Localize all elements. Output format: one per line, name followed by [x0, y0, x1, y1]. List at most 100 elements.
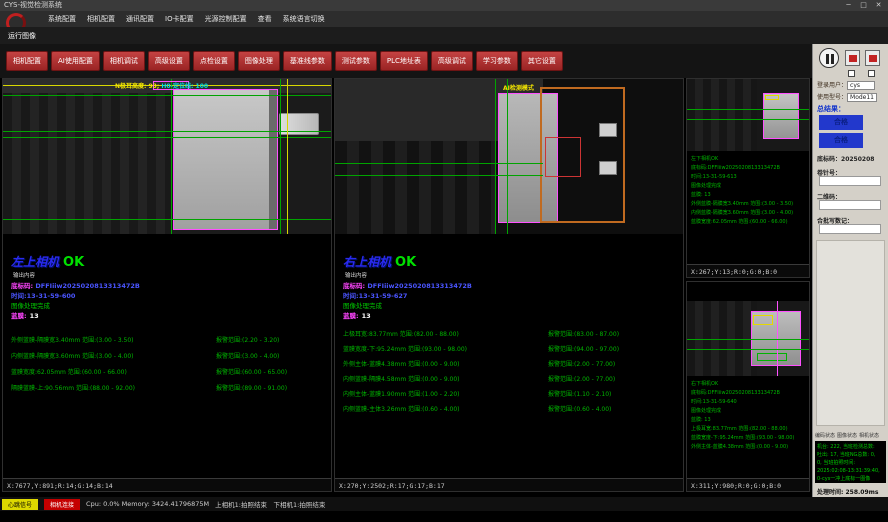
result-line: 时间:13-31-59-640	[691, 398, 807, 407]
tab-row: 运行图像	[0, 27, 888, 44]
menu-item-system-config[interactable]: 系统配置	[48, 14, 76, 24]
measurement-row: 内侧主体-蓝膜1.90mm 范围:(1.00 - 2.20) 报警范围:(1.1…	[343, 389, 679, 404]
batch-write-field[interactable]	[819, 224, 881, 234]
toolbar-plc-address-button[interactable]: PLC地址表	[380, 51, 428, 71]
green-reference-line	[687, 109, 809, 110]
toolbar-image-process-button[interactable]: 图像处理	[238, 51, 280, 71]
measurement-row: 外侧主体-蓝膜4.38mm 范围:(0.00 - 9.00) 报警范围:(2.0…	[343, 359, 679, 374]
result-status-box: 合格	[819, 115, 863, 130]
capture-time: 时间:13-31-59-600	[11, 290, 75, 300]
output-label: 输出内容	[13, 271, 35, 279]
menu-item-view[interactable]: 查看	[258, 14, 272, 24]
toolbar-camera-config-button[interactable]: 相机配置	[6, 51, 48, 71]
result-line: 外侧主体-蓝膜4.38mm 范围:(0.00 - 9.00)	[691, 443, 807, 452]
measurement-row: 蓝膜宽度-下:95.24mm 范围:(93.00 - 98.00) 报警范围:(…	[343, 344, 679, 359]
menu-item-light-config[interactable]: 光源控制配置	[205, 14, 247, 24]
measurement-row: 隔膜蓝膜-上:90.56mm 范围:(88.00 - 92.00) 报警范围:(…	[11, 383, 327, 399]
tab-encode-status[interactable]: 编码状态	[815, 432, 835, 439]
camera-name-label: 右上相机	[343, 255, 391, 269]
ai-mode-overlay-text: AI检测模式	[503, 85, 534, 92]
alarm-range: 报警范围:(60.00 - 65.00)	[216, 367, 287, 383]
camera-capture-status: 上相机1:拍照结束 下相机1:拍照结束	[215, 499, 325, 509]
result-text-block: 左下相机OK 底标码:DFFIiiw2025020813313472B 时间:1…	[691, 155, 807, 227]
toolbar-spot-check-button[interactable]: 点检设置	[193, 51, 235, 71]
status-bar: 心跳信号 相机连接 Cpu: 0.0% Memory: 3424.4179687…	[0, 497, 888, 511]
tab-camera-status[interactable]: 相机状态	[859, 432, 879, 439]
record-icon[interactable]	[865, 50, 880, 66]
record-checkbox[interactable]	[868, 70, 875, 77]
measurement-value: 内侧主体-蓝膜1.90mm 范围:(1.00 - 2.20)	[343, 389, 548, 404]
camera-panel-bottom-left: 左下相机OK 底标码:DFFIiiw2025020813313472B 时间:1…	[686, 78, 810, 278]
snapshot-icon[interactable]	[845, 50, 860, 66]
tab-image-status[interactable]: 图像状态	[837, 432, 857, 439]
toolbar-ai-config-button[interactable]: AI使用配置	[51, 51, 100, 71]
camera-panel-top-left: N极耳高度: 93; H0-定位线: 100 左上相机 OK 输出内容 底标码: …	[2, 78, 332, 492]
toolbar-camera-debug-button[interactable]: 相机调试	[103, 51, 145, 71]
measurement-row: 内侧蓝膜-隔膜宽3.60mm 范围:(3.00 - 4.00) 报警范围:(3.…	[11, 351, 327, 367]
machine-texture	[3, 93, 173, 234]
alarm-range: 报警范围:(1.10 - 2.10)	[548, 389, 611, 404]
measurement-value: 蓝膜宽度-下:95.24mm 范围:(93.00 - 98.00)	[343, 344, 548, 359]
measurement-row: 内侧蓝膜-主体3.26mm 范围:(0.60 - 4.00) 报警范围:(0.6…	[343, 404, 679, 419]
menu-item-language[interactable]: 系统语言切换	[283, 14, 325, 24]
model-label: 使用型号：	[817, 94, 847, 101]
menu-item-camera-config[interactable]: 相机配置	[87, 14, 115, 24]
result-line: 蓝膜宽度:62.05mm 范围:(60.00 - 66.00)	[691, 218, 807, 227]
stats-line: 0-cys一冲上底标一图像	[817, 475, 884, 483]
model-field[interactable]: Mode11	[847, 93, 877, 102]
winding-pin-field[interactable]	[819, 176, 881, 186]
toolbar-other-settings-button[interactable]: 其它设置	[521, 51, 563, 71]
window-title: CYS-视觉检测系统	[4, 1, 62, 9]
green-reference-line	[335, 163, 543, 164]
login-user-field[interactable]: cys	[847, 81, 875, 90]
menu-item-comm-config[interactable]: 通讯配置	[126, 14, 154, 24]
window-controls: ─ □ ✕	[841, 0, 886, 11]
alarm-range: 报警范围:(94.00 - 97.00)	[548, 344, 619, 359]
alarm-range: 报警范围:(2.00 - 77.00)	[548, 359, 615, 374]
pause-button[interactable]	[819, 48, 839, 68]
camera-name-label: 左上相机	[11, 255, 59, 269]
measurement-value: 内侧蓝膜-隔膜宽3.60mm 范围:(3.00 - 4.00)	[11, 351, 216, 367]
barcode-value: DFFIiiw2025020813313472B	[367, 282, 471, 290]
yellow-roi-box	[753, 315, 773, 325]
toolbar-baseline-params-button[interactable]: 基准线参数	[283, 51, 332, 71]
result-ok-badge: OK	[63, 255, 84, 270]
barcode-line: 底标码: DFFIiiw2025020813313472B	[343, 280, 472, 290]
result-line: 蓝膜: 13	[691, 191, 807, 200]
green-vertical-line	[507, 79, 508, 234]
maximize-button[interactable]: □	[856, 0, 871, 11]
green-vertical-line	[171, 79, 172, 234]
toolbar-test-params-button[interactable]: 测试参数	[335, 51, 377, 71]
cell-edge-shade	[269, 90, 277, 229]
qr-code-field[interactable]	[819, 200, 881, 210]
close-button[interactable]: ✕	[871, 0, 886, 11]
minimize-button[interactable]: ─	[841, 0, 856, 11]
result-line: 上极耳宽:83.77mm 范围:(82.00 - 88.00)	[691, 425, 807, 434]
camera-image-bottom-left[interactable]	[687, 79, 809, 151]
toolbar-learning-params-button[interactable]: 学习参数	[476, 51, 518, 71]
green-vertical-line	[280, 79, 281, 234]
total-result-label: 总结果：	[817, 104, 845, 114]
app-window: CYS-视觉检测系统 ─ □ ✕ 系统配置 相机配置 通讯配置 IO卡配置 光源…	[0, 0, 888, 522]
yellow-roi-box	[765, 95, 779, 100]
menu-item-io-config[interactable]: IO卡配置	[165, 14, 194, 24]
process-status: 图像处理完成	[343, 300, 382, 310]
result-line: 图像处理完成	[691, 407, 807, 416]
result-line: 底标码:DFFIiiw2025020813313472B	[691, 389, 807, 398]
green-reference-line	[687, 349, 809, 350]
camera-connection-chip: 相机连接	[44, 499, 80, 510]
snapshot-checkbox[interactable]	[848, 70, 855, 77]
barcode-line: 底标码: DFFIiiw2025020813313472B	[11, 280, 140, 290]
toolbar-advanced-settings-button[interactable]: 高级设置	[148, 51, 190, 71]
green-reference-line	[3, 137, 331, 138]
camera-image-bottom-right[interactable]	[687, 301, 809, 376]
camera-image-top-left[interactable]: N极耳高度: 93; H0-定位线: 100	[3, 79, 331, 234]
image-overlay-text: AI检测模式	[503, 83, 534, 92]
stats-line: 机台: 222, 当班检测总数:	[817, 443, 884, 451]
camera-image-top-right[interactable]: AI检测模式	[335, 79, 683, 234]
sidebar-status-tabs: 编码状态 图像状态 相机状态	[815, 432, 886, 439]
tab-run-image[interactable]: 运行图像	[8, 31, 36, 41]
toolbar-advanced-debug-button[interactable]: 高级调试	[431, 51, 473, 71]
green-vertical-line	[495, 79, 496, 234]
cpu-memory-readout: Cpu: 0.0% Memory: 3424.41796875M	[86, 500, 209, 508]
